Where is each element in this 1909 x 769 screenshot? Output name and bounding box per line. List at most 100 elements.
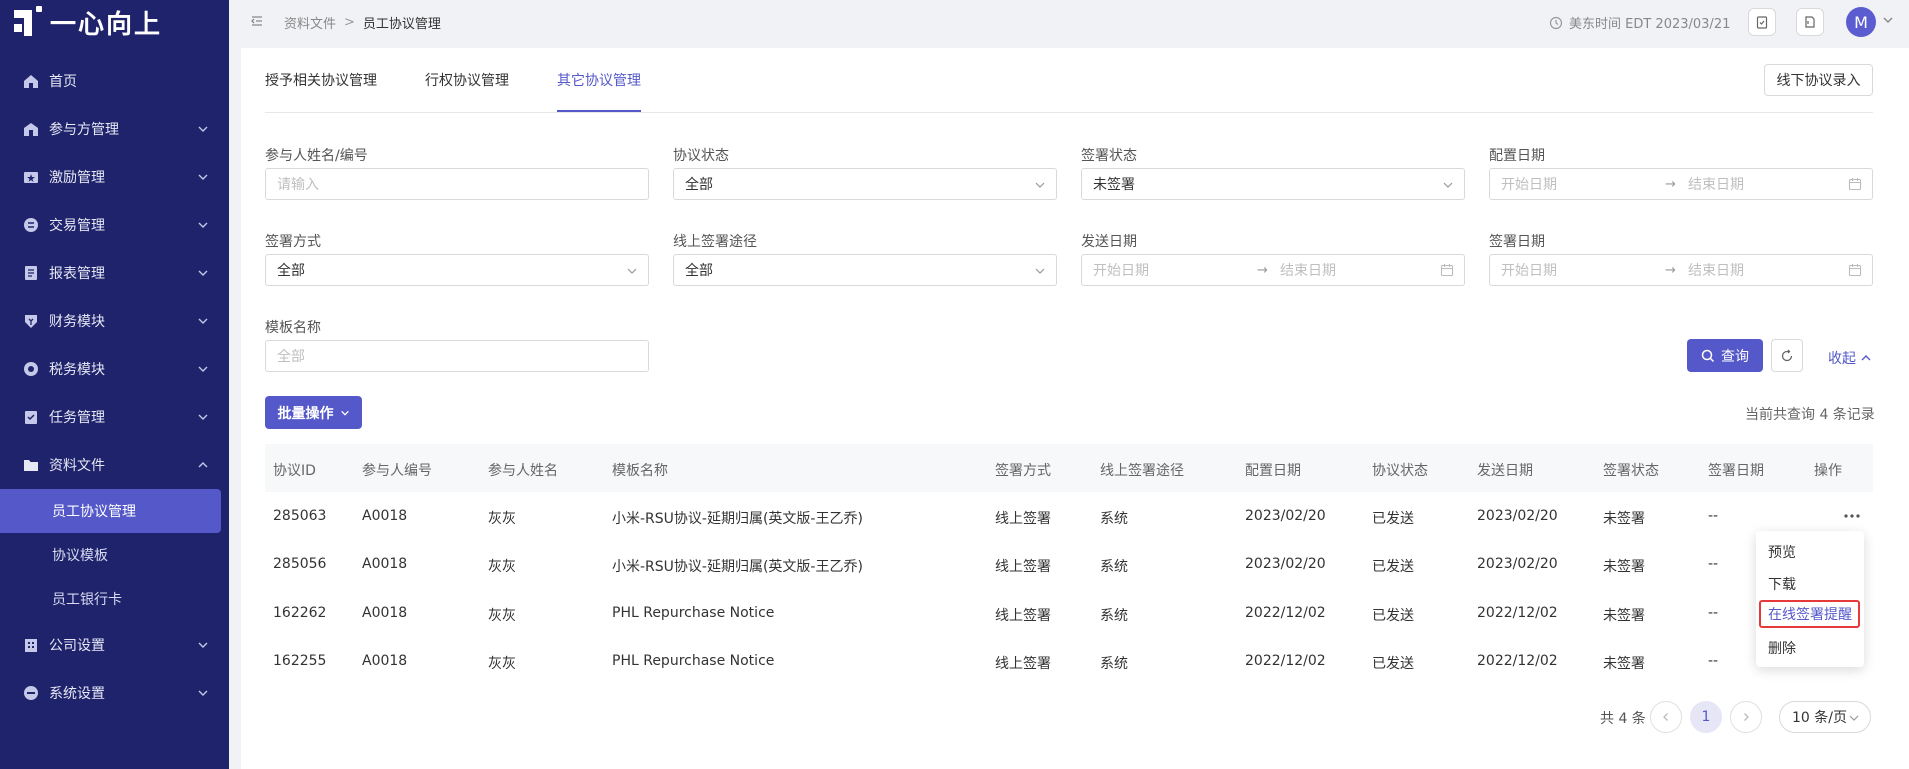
chevron-down-icon [198, 270, 208, 276]
tab-other-agreements[interactable]: 其它协议管理 [557, 48, 641, 112]
cell-config-date: 2023/02/20 [1245, 556, 1326, 572]
sign-date-range[interactable]: 开始日期 → 结束日期 [1489, 254, 1873, 286]
page-size-select[interactable]: 10 条/页 [1779, 701, 1871, 733]
cell-participant-name: 灰灰 [488, 511, 516, 527]
task-icon [22, 408, 40, 426]
reset-button[interactable] [1771, 339, 1803, 372]
prev-page-button[interactable] [1650, 701, 1682, 733]
chevron-up-icon [198, 462, 208, 468]
batch-operations-button[interactable]: 批量操作 [265, 396, 362, 429]
sign-status-value: 未签署 [1093, 177, 1135, 193]
task-center-button[interactable] [1748, 8, 1776, 36]
cell-send-date: 2023/02/20 [1477, 556, 1558, 572]
chevron-left-icon [1663, 713, 1668, 721]
sidebar-item-company-settings[interactable]: 公司设置 [0, 621, 229, 669]
sidebar-item-task[interactable]: 任务管理 [0, 393, 229, 441]
sign-date-start[interactable]: 开始日期 [1501, 260, 1557, 280]
sidebar-item-participants[interactable]: 参与方管理 [0, 105, 229, 153]
folder-icon [22, 456, 40, 474]
sidebar-item-label: 税务模块 [49, 362, 105, 378]
menu-item-preview[interactable]: 预览 [1768, 542, 1796, 562]
chevron-down-icon [198, 366, 208, 372]
cell-online-channel: 系统 [1100, 511, 1128, 527]
batch-button-label: 批量操作 [277, 405, 334, 422]
page-button[interactable]: 1 [1690, 701, 1722, 733]
chevron-down-icon [1849, 715, 1859, 721]
chevron-right-icon [1744, 713, 1749, 721]
collapse-link-label: 收起 [1828, 351, 1856, 367]
cell-template-name: 小米-RSU协议-延期归属(英文版-王乙乔) [612, 559, 863, 575]
query-button[interactable]: 查询 [1687, 339, 1763, 372]
column-header: 发送日期 [1477, 463, 1533, 479]
sidebar-item-trade[interactable]: 交易管理 [0, 201, 229, 249]
chevron-down-icon [340, 410, 349, 416]
sidebar-item-system-settings[interactable]: 系统设置 [0, 669, 229, 717]
cell-sign-date: -- [1708, 653, 1719, 669]
home-icon [22, 72, 40, 90]
template-name-input[interactable]: 全部 [265, 340, 649, 372]
cell-participant-name: 灰灰 [488, 656, 516, 672]
sign-status-select[interactable]: 未签署 [1081, 168, 1465, 200]
send-date-range[interactable]: 开始日期 → 结束日期 [1081, 254, 1465, 286]
column-header: 配置日期 [1245, 463, 1301, 479]
sidebar-item-label: 系统设置 [49, 686, 105, 702]
sign-method-select[interactable]: 全部 [265, 254, 649, 286]
send-date-start[interactable]: 开始日期 [1093, 260, 1149, 280]
sidebar-item-tax[interactable]: 税务模块 [0, 345, 229, 393]
logo-text: 一心向上 [50, 9, 163, 40]
sidebar-item-finance[interactable]: 财务模块 [0, 297, 229, 345]
cell-agreement-id: 162255 [273, 653, 327, 669]
column-header: 参与人姓名 [488, 463, 558, 479]
menu-item-download[interactable]: 下载 [1768, 574, 1796, 594]
agreement-status-select[interactable]: 全部 [673, 168, 1057, 200]
sidebar-subitem-agreement-templates[interactable]: 协议模板 [0, 533, 229, 577]
send-date-end[interactable]: 结束日期 [1280, 260, 1336, 280]
collapse-filters-link[interactable]: 收起 [1828, 348, 1872, 368]
user-avatar[interactable]: M [1846, 7, 1876, 37]
report-icon [22, 264, 40, 282]
menu-item-delete[interactable]: 删除 [1768, 638, 1796, 658]
breadcrumb-parent[interactable]: 资料文件 [284, 13, 336, 32]
tab-exercise-agreements[interactable]: 行权协议管理 [425, 48, 509, 112]
logo[interactable]: 一心向上 [14, 4, 162, 40]
cell-participant-name: 灰灰 [488, 608, 516, 624]
sidebar-subitem-bank-cards[interactable]: 员工银行卡 [0, 577, 229, 621]
table-row: 162262 A0018 灰灰 PHL Repurchase Notice 线上… [265, 589, 1873, 637]
sidebar-item-label: 公司设置 [49, 638, 105, 654]
online-channel-select[interactable]: 全部 [673, 254, 1057, 286]
document-icon [1805, 16, 1815, 28]
collapse-sidebar-icon[interactable] [249, 13, 265, 29]
config-date-end[interactable]: 结束日期 [1688, 174, 1744, 194]
cell-agreement-status: 已发送 [1372, 511, 1414, 527]
tab-grant-agreements[interactable]: 授予相关协议管理 [265, 48, 377, 112]
offline-agreement-entry-button[interactable]: 线下协议录入 [1764, 64, 1873, 96]
download-center-button[interactable] [1796, 8, 1824, 36]
sidebar-item-home[interactable]: 首页 [0, 57, 229, 105]
sidebar-item-report[interactable]: 报表管理 [0, 249, 229, 297]
cell-participant-id: A0018 [362, 508, 408, 524]
config-date-start[interactable]: 开始日期 [1501, 174, 1557, 194]
next-page-button[interactable] [1730, 701, 1762, 733]
search-icon [1701, 349, 1715, 362]
topbar: 资料文件 > 员工协议管理 美东时间 EDT 2023/03/21 M [229, 0, 1909, 44]
cell-agreement-id: 285063 [273, 508, 327, 524]
config-date-range[interactable]: 开始日期 → 结束日期 [1489, 168, 1873, 200]
online-channel-label: 线上签署途径 [673, 234, 757, 250]
more-actions-icon[interactable] [1842, 509, 1862, 523]
sign-method-label: 签署方式 [265, 234, 321, 250]
query-button-label: 查询 [1721, 348, 1749, 365]
finance-icon [22, 312, 40, 330]
sidebar-item-incentive[interactable]: 激励管理 [0, 153, 229, 201]
table-header: 协议ID 参与人编号 参与人姓名 模板名称 签署方式 线上签署途径 配置日期 协… [265, 444, 1873, 492]
sidebar-item-files[interactable]: 资料文件 [0, 441, 229, 489]
participant-input[interactable]: 请输入 [265, 168, 649, 200]
column-header: 线上签署途径 [1100, 463, 1184, 479]
cell-template-name: PHL Repurchase Notice [612, 653, 775, 669]
column-header: 签署状态 [1603, 463, 1659, 479]
chevron-down-icon[interactable] [1882, 14, 1894, 26]
menu-item-online-sign-reminder[interactable]: 在线签署提醒 [1759, 600, 1860, 628]
sidebar-subitem-employee-agreements[interactable]: 员工协议管理 [0, 489, 221, 533]
sign-date-end[interactable]: 结束日期 [1688, 260, 1744, 280]
tax-icon [22, 360, 40, 378]
cell-config-date: 2022/12/02 [1245, 653, 1326, 669]
